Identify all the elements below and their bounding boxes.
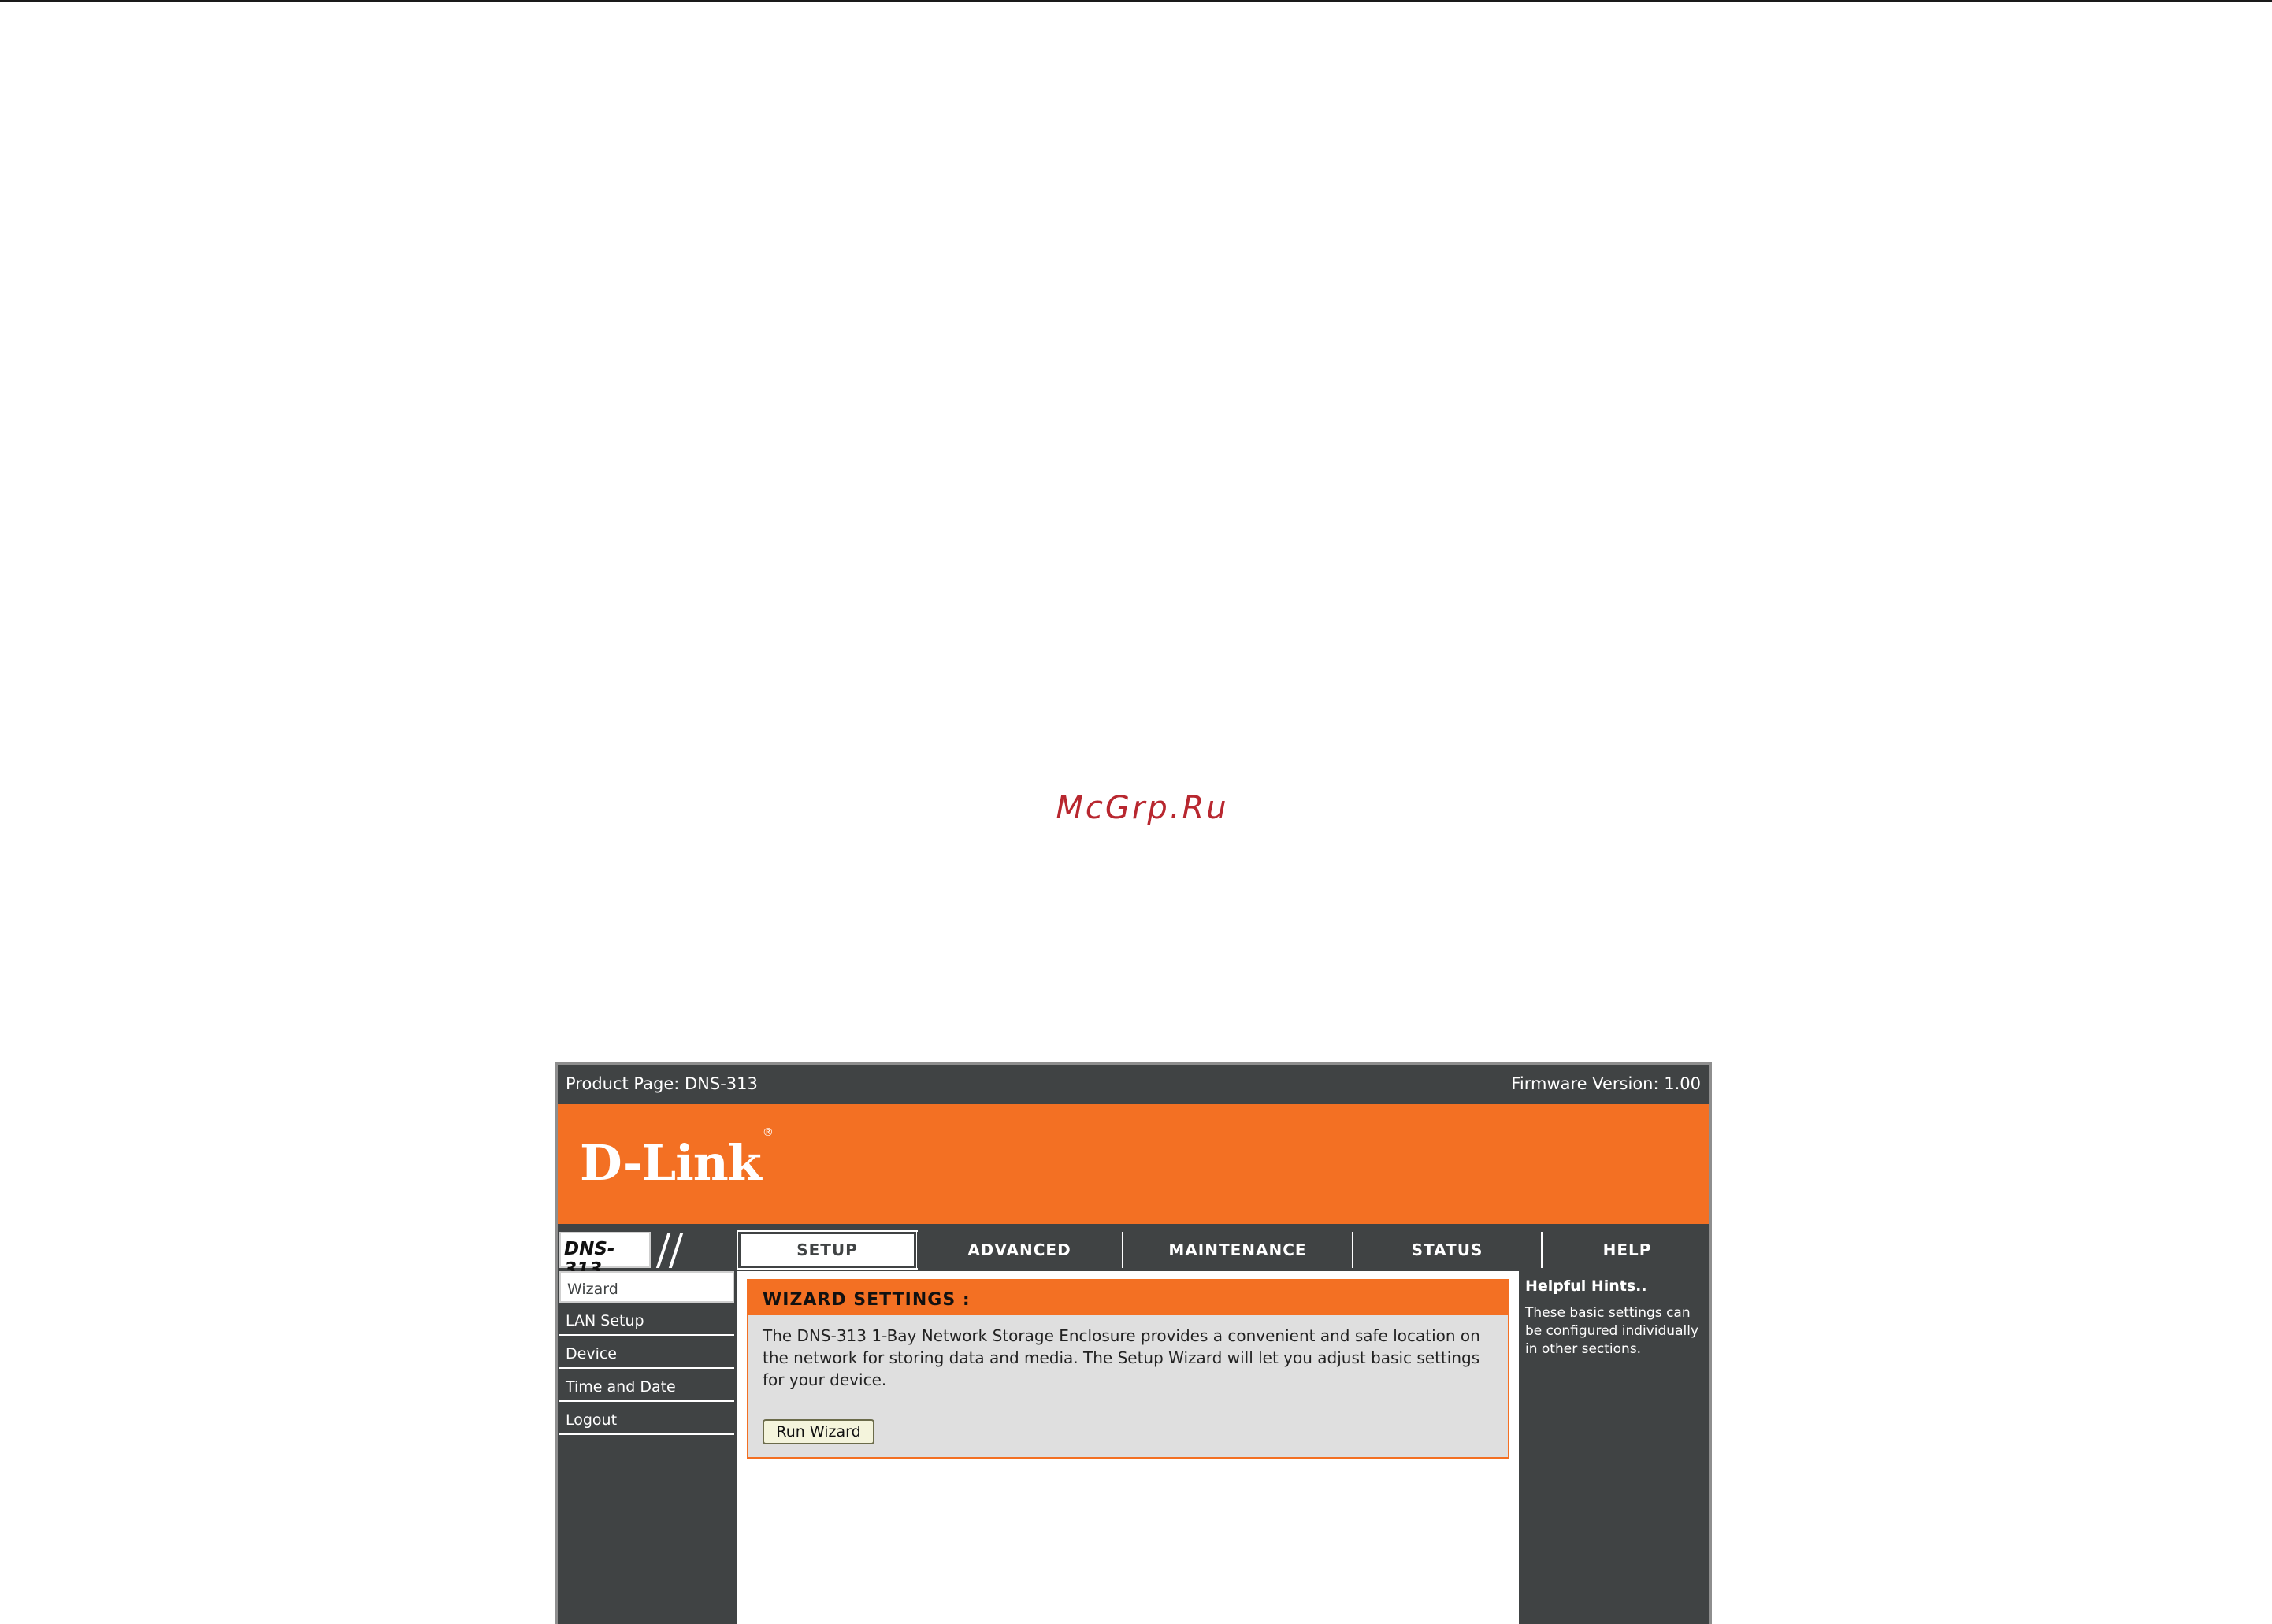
firmware-version-label: Firmware Version: 1.00 xyxy=(1511,1074,1701,1093)
slash-decoration xyxy=(655,1233,671,1268)
router-web-ui: Product Page: DNS-313 Firmware Version: … xyxy=(555,1062,1712,1624)
sidebar: Wizard LAN Setup Device Time and Date Lo… xyxy=(558,1271,736,1624)
helpful-hints: Helpful Hints.. These basic settings can… xyxy=(1520,1271,1709,1624)
manual-page: McGrp.Ru Product Page: DNS-313 Firmware … xyxy=(0,0,2272,1624)
tab-status[interactable]: STATUS xyxy=(1353,1232,1543,1268)
model-badge: DNS-313 xyxy=(559,1232,734,1280)
run-wizard-button[interactable]: Run Wizard xyxy=(763,1419,874,1444)
panel-description: The DNS-313 1-Bay Network Storage Enclos… xyxy=(763,1326,1480,1389)
sidebar-item-logout[interactable]: Logout xyxy=(559,1403,734,1435)
sidebar-item-wizard[interactable]: Wizard xyxy=(559,1271,734,1303)
product-page-label: Product Page: DNS-313 xyxy=(566,1074,758,1093)
wizard-settings-panel: WIZARD SETTINGS : The DNS-313 1-Bay Netw… xyxy=(747,1279,1509,1459)
watermark: McGrp.Ru xyxy=(1056,790,1229,826)
tab-setup[interactable]: SETUP xyxy=(737,1230,918,1270)
slash-decoration xyxy=(668,1233,684,1268)
dlink-logo: D-Link® xyxy=(580,1126,774,1192)
registered-mark: ® xyxy=(762,1126,774,1140)
sidebar-item-lan-setup[interactable]: LAN Setup xyxy=(559,1304,734,1336)
hints-title: Helpful Hints.. xyxy=(1525,1277,1647,1295)
tab-advanced[interactable]: ADVANCED xyxy=(917,1232,1123,1268)
ui-topbar: Product Page: DNS-313 Firmware Version: … xyxy=(558,1065,1709,1101)
logo-text: D-Link xyxy=(580,1134,762,1192)
tab-maintenance[interactable]: MAINTENANCE xyxy=(1123,1232,1353,1268)
panel-title: WIZARD SETTINGS : xyxy=(748,1281,1508,1315)
tab-help[interactable]: HELP xyxy=(1543,1232,1709,1268)
sidebar-item-device[interactable]: Device xyxy=(559,1337,734,1369)
top-rule xyxy=(0,0,2272,2)
main-nav: DNS-313 SETUP ADVANCED MAINTENANCE STATU… xyxy=(558,1229,1709,1280)
brand-header: D-Link® xyxy=(558,1104,1709,1224)
sidebar-item-time-and-date[interactable]: Time and Date xyxy=(559,1370,734,1402)
main-content: WIZARD SETTINGS : The DNS-313 1-Bay Netw… xyxy=(737,1271,1519,1624)
model-label: DNS-313 xyxy=(559,1232,651,1280)
hints-text: These basic settings can be configured i… xyxy=(1525,1305,1699,1357)
